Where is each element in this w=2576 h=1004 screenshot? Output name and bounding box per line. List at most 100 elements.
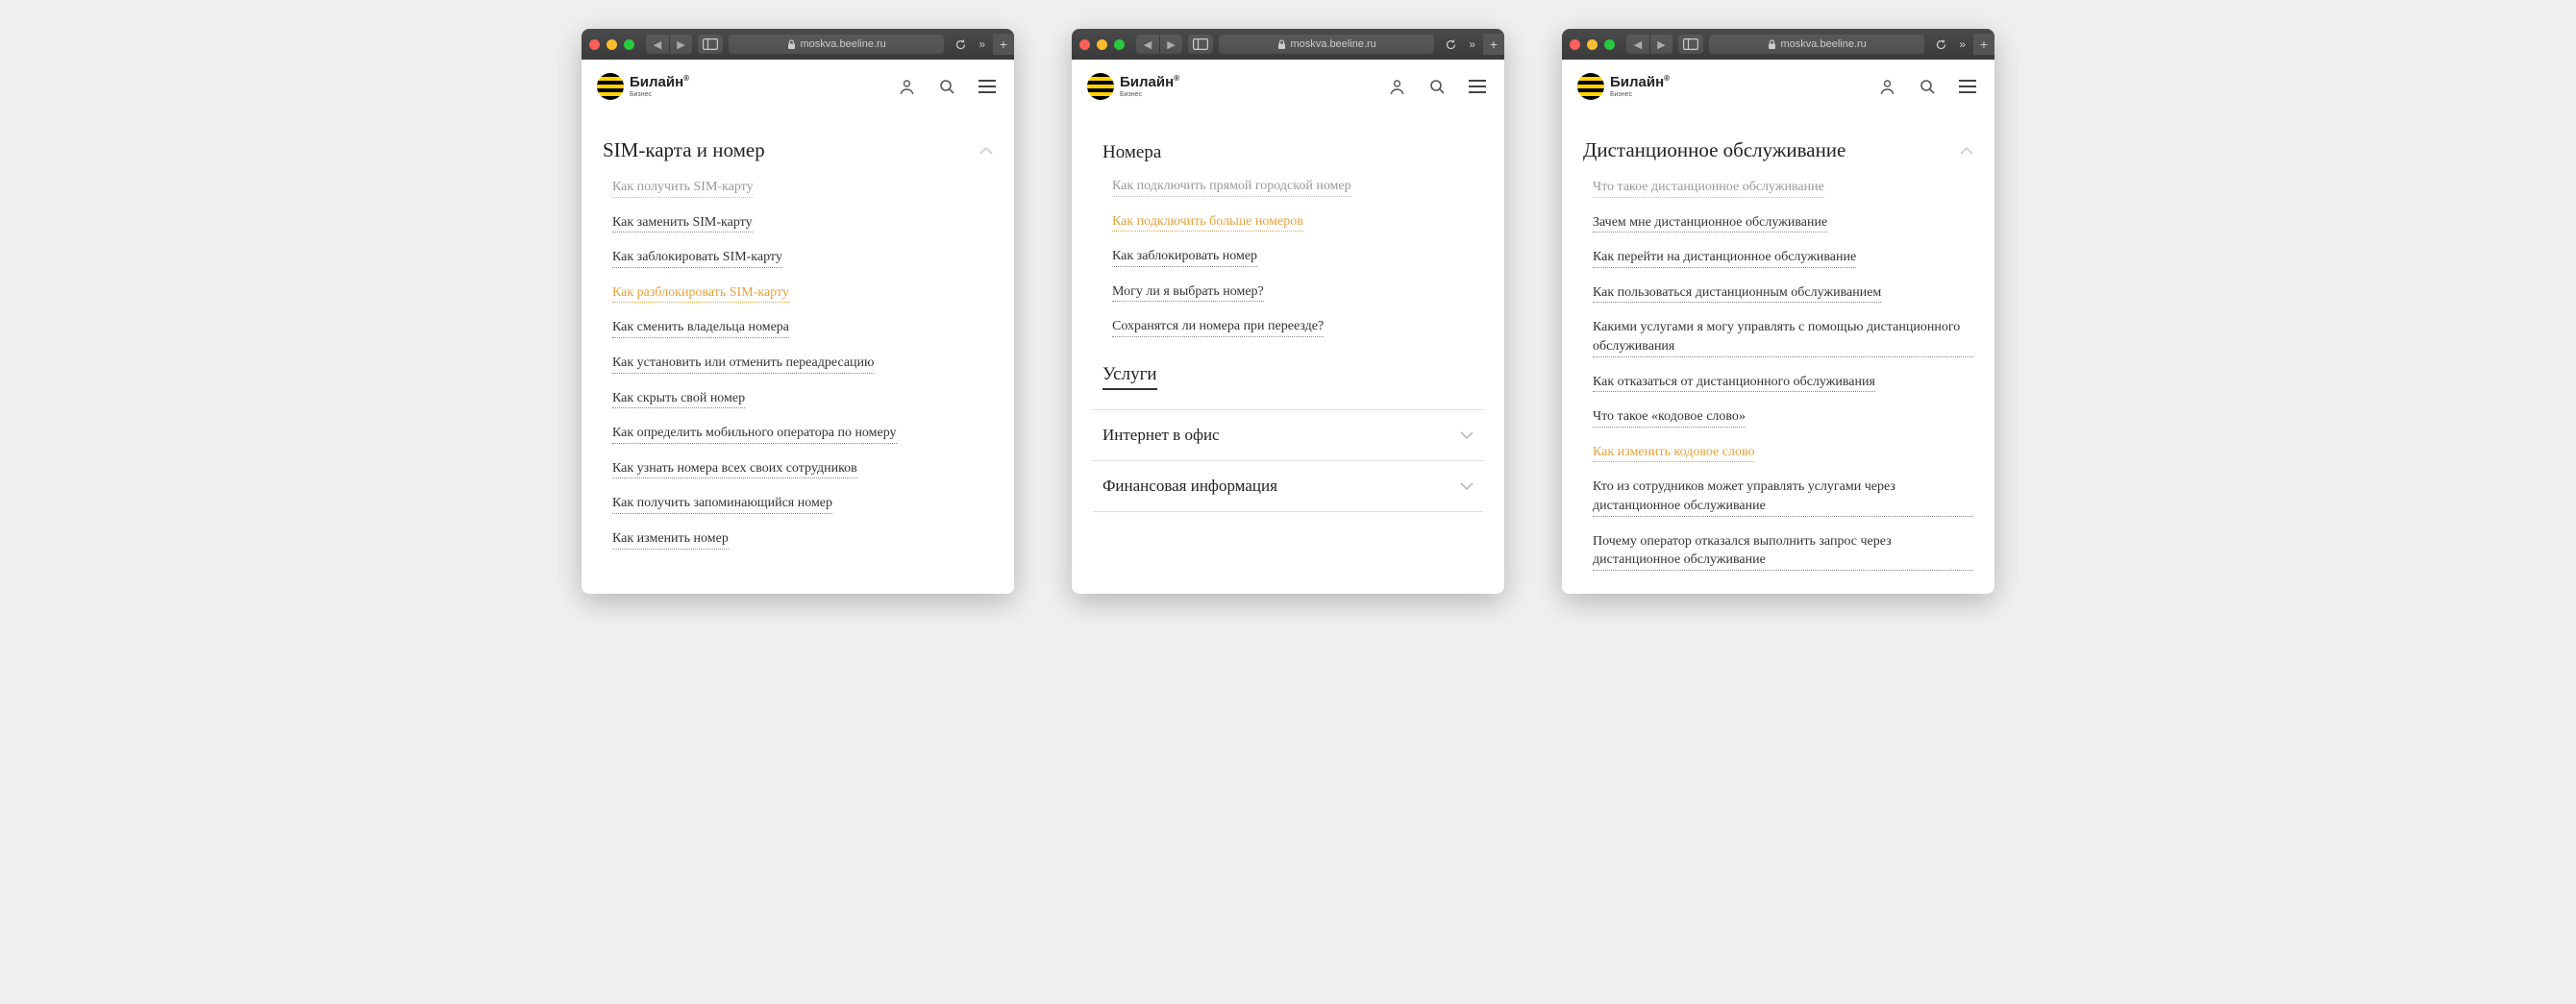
lock-icon	[1768, 39, 1776, 50]
section-header[interactable]: Дистанционное обслуживание	[1583, 125, 1973, 178]
faq-link[interactable]: Как отказаться от дистанционного обслужи…	[1593, 373, 1875, 393]
faq-link[interactable]: Как изменить номер	[612, 529, 729, 550]
sidebar-toggle-button[interactable]	[1188, 35, 1213, 54]
browser-toolbar: ◀ ▶ moskva.beeline.ru » +	[582, 29, 1014, 60]
reload-button[interactable]	[1930, 35, 1951, 54]
overflow-button[interactable]: »	[977, 37, 987, 51]
maximize-window-button[interactable]	[1604, 39, 1615, 50]
app-header: Билайн® Бизнес	[582, 60, 1014, 113]
faq-link[interactable]: Как заблокировать SIM-карту	[612, 248, 782, 268]
account-icon[interactable]	[1875, 75, 1898, 98]
back-button[interactable]: ◀	[646, 35, 669, 54]
overflow-button[interactable]: »	[1957, 37, 1968, 51]
faq-link[interactable]: Почему оператор отказался выполнить запр…	[1593, 532, 1973, 571]
new-tab-button[interactable]: +	[1483, 34, 1504, 55]
search-icon[interactable]	[1916, 75, 1939, 98]
minimize-window-button[interactable]	[1097, 39, 1107, 50]
back-button[interactable]: ◀	[1626, 35, 1649, 54]
close-window-button[interactable]	[1079, 39, 1090, 50]
chevron-up-icon	[1960, 147, 1973, 155]
faq-link[interactable]: Зачем мне дистанционное обслуживание	[1593, 213, 1827, 233]
account-icon[interactable]	[1385, 75, 1408, 98]
new-tab-button[interactable]: +	[993, 34, 1014, 55]
logo-icon	[597, 73, 624, 100]
logo[interactable]: Билайн® Бизнес	[1577, 73, 1670, 100]
logo[interactable]: Билайн® Бизнес	[597, 73, 689, 100]
menu-button[interactable]	[1466, 75, 1489, 98]
faq-link[interactable]: Как подключить прямой городской номер	[1112, 177, 1351, 197]
window-controls	[1079, 39, 1125, 50]
sidebar-toggle-button[interactable]	[698, 35, 723, 54]
faq-link[interactable]: Как изменить кодовое слово	[1593, 443, 1754, 463]
url-text: moskva.beeline.ru	[801, 38, 886, 50]
burger-icon	[1469, 80, 1486, 93]
logo[interactable]: Билайн® Бизнес	[1087, 73, 1179, 100]
faq-link[interactable]: Что такое дистанционное обслуживание	[1593, 178, 1824, 198]
back-button[interactable]: ◀	[1136, 35, 1159, 54]
maximize-window-button[interactable]	[1114, 39, 1125, 50]
close-window-button[interactable]	[589, 39, 600, 50]
link-list: Что такое дистанционное обслуживание Заче…	[1583, 178, 1973, 571]
chevron-up-icon	[979, 147, 993, 155]
faq-link[interactable]: Как получить SIM-карту	[612, 178, 754, 198]
subsection-header[interactable]: Услуги	[1093, 337, 1483, 409]
faq-link[interactable]: Как получить запоминающийся номер	[612, 494, 832, 514]
maximize-window-button[interactable]	[624, 39, 634, 50]
faq-link[interactable]: Какими услугами я могу управлять с помощ…	[1593, 318, 1973, 356]
address-bar[interactable]: moskva.beeline.ru	[1219, 35, 1434, 54]
forward-button[interactable]: ▶	[669, 35, 692, 54]
window-controls	[1570, 39, 1615, 50]
faq-link[interactable]: Как сменить владельца номера	[612, 318, 789, 338]
overflow-button[interactable]: »	[1467, 37, 1477, 51]
browser-toolbar: ◀ ▶ moskva.beeline.ru » +	[1562, 29, 1994, 60]
faq-link[interactable]: Как узнать номера всех своих сотрудников	[612, 459, 857, 479]
menu-button[interactable]	[1956, 75, 1979, 98]
faq-link[interactable]: Кто из сотрудников может управлять услуг…	[1593, 478, 1973, 516]
link-list: Как подключить прямой городской номер Как…	[1093, 177, 1483, 337]
logo-text: Билайн® Бизнес	[1610, 75, 1670, 98]
faq-link[interactable]: Как перейти на дистанционное обслуживани…	[1593, 248, 1856, 268]
faq-link[interactable]: Могу ли я выбрать номер?	[1112, 282, 1264, 303]
faq-link[interactable]: Как заблокировать номер	[1112, 247, 1257, 267]
faq-link[interactable]: Сохранятся ли номера при переезде?	[1112, 317, 1324, 337]
section-header: Номера	[1093, 125, 1483, 177]
logo-icon	[1577, 73, 1604, 100]
account-icon[interactable]	[895, 75, 918, 98]
lock-icon	[787, 39, 796, 50]
forward-button[interactable]: ▶	[1159, 35, 1182, 54]
faq-link[interactable]: Что такое «кодовое слово»	[1593, 407, 1746, 428]
forward-button[interactable]: ▶	[1649, 35, 1672, 54]
accordion-row[interactable]: Интернет в офис	[1093, 409, 1483, 460]
search-icon[interactable]	[935, 75, 958, 98]
search-icon[interactable]	[1425, 75, 1449, 98]
minimize-window-button[interactable]	[1587, 39, 1598, 50]
lock-icon	[1277, 39, 1286, 50]
faq-link[interactable]: Как пользоваться дистанционным обслужива…	[1593, 283, 1881, 304]
link-list: Как получить SIM-карту Как заменить SIM-к…	[603, 178, 993, 550]
faq-link[interactable]: Как разблокировать SIM-карту	[612, 283, 789, 304]
close-window-button[interactable]	[1570, 39, 1580, 50]
url-text: moskva.beeline.ru	[1781, 38, 1867, 50]
faq-link[interactable]: Как установить или отменить переадресаци…	[612, 354, 874, 374]
browser-window: ◀ ▶ moskva.beeline.ru » + Билайн® Бизнес	[1562, 29, 1994, 594]
accordion-row[interactable]: Финансовая информация	[1093, 460, 1483, 512]
faq-link[interactable]: Как подключить больше номеров	[1112, 212, 1303, 233]
section-header[interactable]: SIM-карта и номер	[603, 125, 993, 178]
browser-toolbar: ◀ ▶ moskva.beeline.ru » +	[1072, 29, 1504, 60]
faq-link[interactable]: Как заменить SIM-карту	[612, 213, 753, 233]
reload-button[interactable]	[1440, 35, 1461, 54]
nav-buttons: ◀ ▶	[1136, 35, 1182, 54]
burger-icon	[1959, 80, 1976, 93]
sidebar-toggle-button[interactable]	[1678, 35, 1703, 54]
section-title-text: Номера	[1102, 142, 1161, 163]
faq-link[interactable]: Как определить мобильного оператора по н…	[612, 424, 897, 444]
address-bar[interactable]: moskva.beeline.ru	[729, 35, 944, 54]
minimize-window-button[interactable]	[607, 39, 617, 50]
faq-link[interactable]: Как скрыть свой номер	[612, 389, 745, 409]
reload-button[interactable]	[950, 35, 971, 54]
new-tab-button[interactable]: +	[1973, 34, 1994, 55]
accordion-label: Финансовая информация	[1102, 477, 1277, 496]
address-bar[interactable]: moskva.beeline.ru	[1709, 35, 1924, 54]
logo-text: Билайн® Бизнес	[630, 75, 689, 98]
menu-button[interactable]	[976, 75, 999, 98]
